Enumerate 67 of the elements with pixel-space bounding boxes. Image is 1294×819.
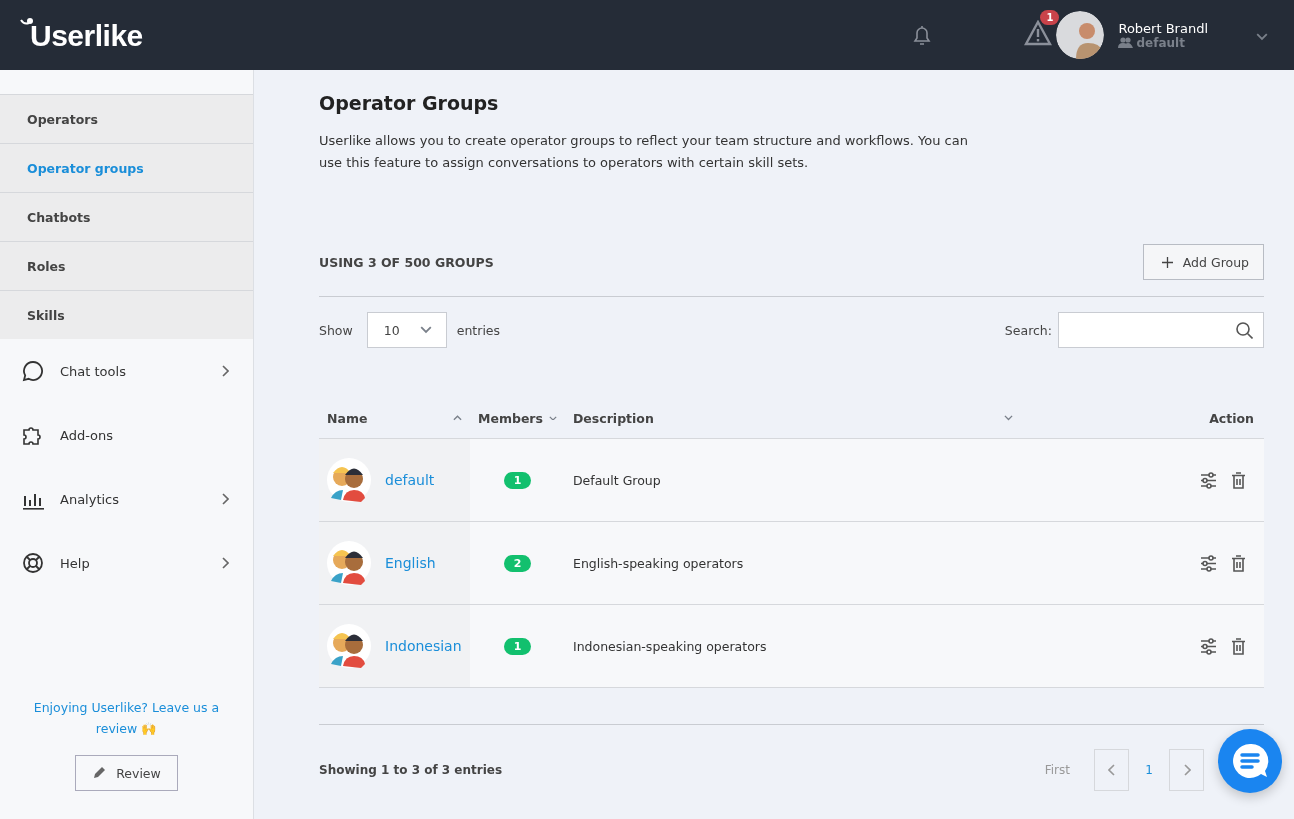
sidebar-item[interactable]: Help (0, 531, 253, 595)
search-label: Search: (1004, 322, 1052, 338)
sidebar-item[interactable]: Chat tools (0, 339, 253, 403)
member-count-badge: 1 (503, 637, 532, 655)
sliders-icon[interactable] (1200, 554, 1217, 572)
chevron-left-icon (1107, 764, 1116, 776)
group-description: English-speaking operators (573, 555, 744, 571)
chevron-right-icon (221, 493, 229, 505)
entries-info: Showing 1 to 3 of 3 entries (319, 763, 503, 777)
chevron-down-icon (549, 415, 557, 421)
add-group-button[interactable]: Add Group (1142, 244, 1264, 280)
group-avatar (327, 541, 371, 585)
lifebuoy-icon (22, 552, 44, 574)
sidebar-subitem[interactable]: Chatbots (0, 192, 253, 241)
chevron-right-icon (1182, 764, 1191, 776)
notification-badge: 1 (1040, 10, 1060, 25)
column-header: Action (1209, 410, 1254, 426)
chat-bubble-icon (22, 360, 44, 382)
review-button[interactable]: Review (75, 755, 178, 791)
sidebar-item-label: Add-ons (60, 427, 115, 443)
chevron-right-icon (221, 557, 229, 569)
group-description: Indonesian-speaking operators (573, 638, 767, 654)
group-description: Default Group (573, 472, 661, 488)
page-description: Userlike allows you to create operator groups to reflect your team structure and workflows. You can use this feature to assign conversations to operators with certain skill sets. (319, 132, 969, 172)
group-avatar (327, 624, 371, 668)
pencil-icon (92, 766, 107, 780)
chevron-right-icon (221, 365, 229, 377)
entries-select[interactable]: 10 (366, 312, 447, 348)
chevron-down-icon (1004, 415, 1013, 421)
user-group: default (1136, 35, 1185, 50)
search-icon (1236, 321, 1253, 339)
sliders-icon[interactable] (1200, 471, 1217, 489)
chevron-down-icon (419, 326, 432, 334)
sidebar-item-label: Chat tools (60, 363, 127, 379)
sort-ascending-icon[interactable] (453, 415, 462, 421)
user-avatar[interactable] (1056, 11, 1105, 59)
sliders-icon[interactable] (1200, 637, 1217, 655)
user-name: Robert Brandl (1118, 20, 1208, 36)
people-icon (1118, 37, 1134, 48)
column-header[interactable]: Name (327, 410, 368, 426)
chat-widget-button[interactable] (1218, 729, 1282, 793)
puzzle-icon (22, 424, 44, 446)
logo[interactable]: Userlike (20, 17, 143, 53)
sidebar-item-label: Help (60, 555, 91, 571)
column-header[interactable]: Members (478, 410, 543, 426)
trash-icon[interactable] (1231, 637, 1246, 655)
chat-bubble-icon (1231, 742, 1269, 780)
entries-label: entries (456, 322, 501, 338)
show-label: Show (319, 322, 353, 338)
usage-label: USING 3 OF 500 GROUPS (319, 254, 495, 270)
trash-icon[interactable] (1231, 554, 1246, 572)
sidebar-item[interactable]: Add-ons (0, 403, 253, 467)
member-count-badge: 2 (503, 554, 532, 572)
column-header[interactable]: Description (573, 410, 654, 426)
page-title: Operator Groups (319, 92, 500, 114)
member-count-badge: 1 (503, 471, 532, 489)
search-field[interactable] (1058, 312, 1264, 348)
sidebar-subitem[interactable]: Operators (0, 94, 253, 143)
trash-icon[interactable] (1231, 471, 1246, 489)
chevron-down-icon (1256, 33, 1268, 41)
plus-icon (1161, 256, 1173, 268)
warning-icon[interactable] (1024, 20, 1053, 46)
sidebar-item[interactable]: Analytics (0, 467, 253, 531)
sidebar-item-label: Analytics (60, 491, 121, 507)
group-avatar (327, 458, 371, 502)
sidebar-subitem[interactable]: Skills (0, 290, 253, 339)
sidebar-subitem[interactable]: Roles (0, 241, 253, 290)
